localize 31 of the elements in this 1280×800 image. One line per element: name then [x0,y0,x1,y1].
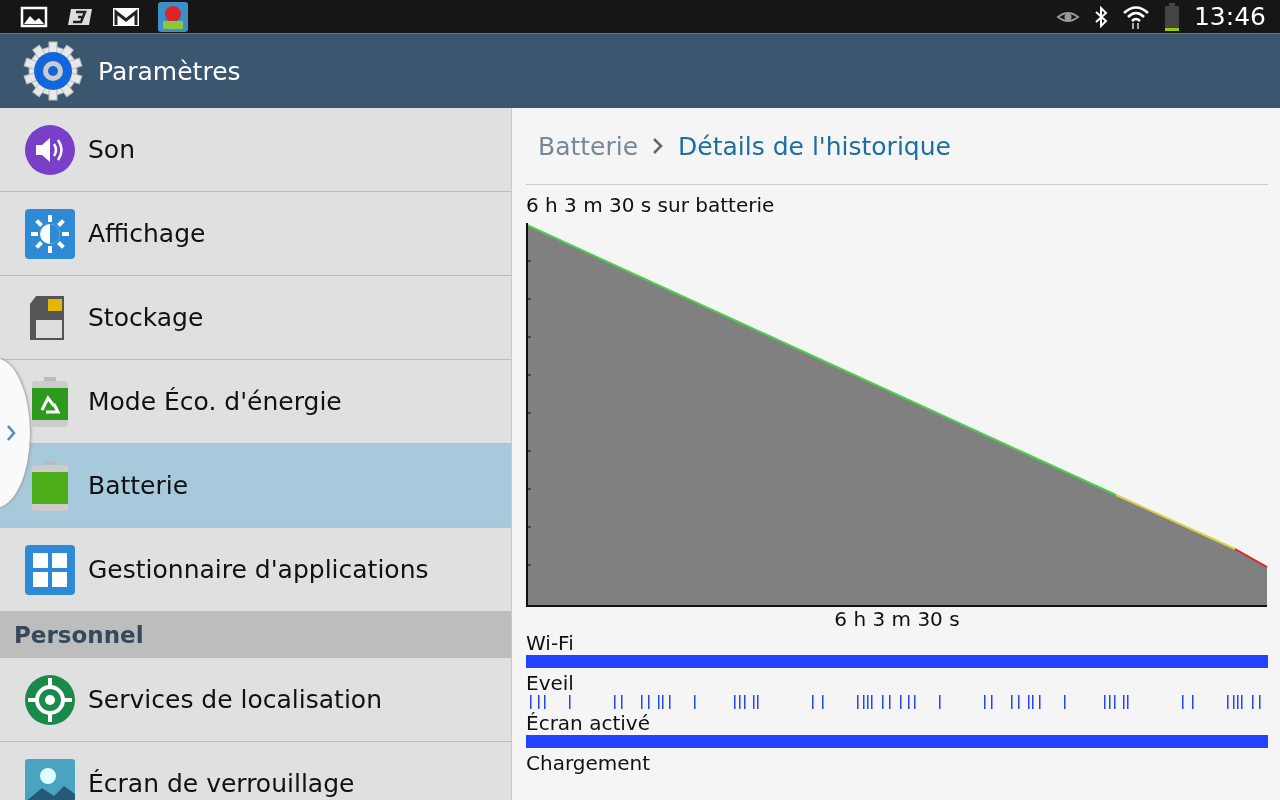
apps-grid-icon [24,543,76,596]
section-header: Personnel [0,612,511,658]
network-icon [66,6,94,27]
track-label: Écran activé [526,711,651,735]
track-label: Chargement [526,751,652,775]
settings-item[interactable]: Affichage [0,192,511,276]
chevron-icon [6,424,16,442]
settings-item[interactable]: Son [0,108,511,192]
axis-label: 6 h 3 m 30 s [833,607,961,631]
settings-item[interactable]: Batterie [0,444,511,528]
screen-title: Paramètres [98,56,241,86]
brightness-icon [24,207,76,260]
location-icon [24,673,76,726]
speaker-icon [24,123,76,176]
picture-icon [20,5,48,28]
track-label: Wi-Fi [526,631,575,655]
battery-icon [1163,2,1180,31]
landscape-icon [24,757,76,800]
gear-icon [22,40,84,102]
chevron-icon [652,137,665,155]
breadcrumb-current: Détails de l'historique [678,131,951,161]
clock-time: 13:46 [1193,2,1266,31]
bluetooth-icon [1093,5,1108,28]
settings-item[interactable]: Écran de verrouillage [0,742,511,800]
settings-item[interactable]: Stockage [0,276,511,360]
app-icon [158,1,188,32]
mail-icon [112,5,140,28]
wifi-icon [1121,3,1150,30]
settings-item[interactable]: Services de localisation [0,658,511,742]
battery-duration: 6 h 3 m 30 s sur batterie [526,193,776,217]
track-label: Eveil [526,671,575,695]
